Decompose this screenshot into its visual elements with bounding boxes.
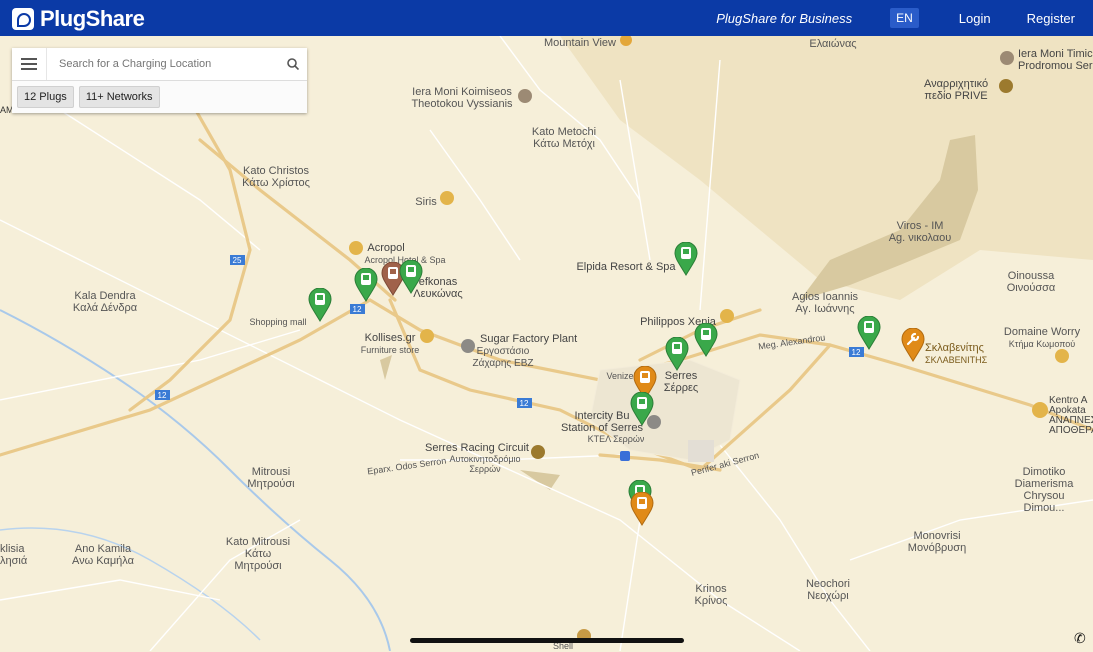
map-label-kato-christos: Kato Christos Κάτω Χρίστος (242, 165, 310, 189)
map-label-iera-moni-timiou: Iera Moni Timic Prodromou Ser (1018, 48, 1093, 72)
plug-logo-icon (12, 8, 34, 30)
map-label-neochori: Neochori Νεοχώρι (805, 578, 851, 602)
plugs-filter-chip[interactable]: 12 Plugs (17, 86, 74, 108)
map-label-ktel: ΚΤΕΛ Σερρών (587, 434, 645, 444)
map-label-domaine: Domaine Worry (1003, 326, 1081, 338)
map-label-anarrichitiko: Αναρριχητικό πεδίο PRIVE (923, 78, 989, 102)
charging-station-pin[interactable] (665, 337, 689, 371)
map-label-kato-metochi: Kato Metochi Κάτω Μετόχι (531, 126, 597, 150)
header-nav: PlugShare for Business EN Login Register (698, 0, 1093, 36)
map-label-racing: Serres Racing Circuit (425, 442, 529, 454)
map-label-kentro: Kentro A Apokata ΑΝΑΠΝΕΣ ΑΠΟΘΕΡΑ (1049, 395, 1093, 436)
map-label-oinoussa: Oinoussa Οινούσσα (1006, 270, 1056, 294)
map-label-mitrousi: Mitrousi Μητρούσι (247, 466, 295, 490)
map-label-kollises: Kollises.gr (364, 332, 416, 344)
map-label-elpida: Elpida Resort & Spa (576, 261, 676, 273)
svg-text:12: 12 (158, 391, 167, 400)
map-label-shopping-mall: Shopping mall (249, 317, 307, 327)
phone-icon: ✆ (1074, 630, 1086, 646)
language-button[interactable]: EN (890, 8, 919, 28)
map-label-sugar-factory: Sugar Factory Plant (480, 333, 578, 345)
hamburger-menu-icon (21, 58, 37, 70)
map-label-iera-moni-vyssianis: Iera Moni Koimiseos Theotokou Vyssianis (411, 86, 513, 110)
svg-text:12: 12 (353, 305, 362, 314)
map-label-venizelou: Venizel (606, 371, 636, 381)
map-label-krinos: Krinos Κρίνος (694, 583, 728, 607)
search-row (12, 48, 307, 81)
home-indicator-bar (410, 638, 684, 643)
charging-station-pin[interactable] (308, 288, 332, 322)
charging-station-pin[interactable] (399, 260, 423, 294)
map-label-monovrisi: Monovrisi Μονόβρυση (907, 530, 967, 554)
map-label-ano-kamila: Ano Kamila Ανω Καμήλα (72, 543, 134, 567)
map-label-siris: Siris (415, 196, 437, 208)
top-navigation-bar: PlugShare PlugShare for Business EN Logi… (0, 0, 1093, 36)
map-label-sklavenitis-sub: ΣΚΛΑΒΕΝΙΤΗΣ (925, 355, 988, 365)
map-label-elaionas: Ελαιώνας (809, 38, 857, 50)
svg-text:12: 12 (520, 399, 529, 408)
charging-station-pin[interactable] (694, 323, 718, 357)
search-panel: 12 Plugs 11+ Networks (12, 48, 307, 113)
charging-station-pin[interactable] (857, 316, 881, 350)
map-label-kala-dendra: Kala Dendra Καλά Δένδρα (72, 290, 138, 314)
map-label-klisia: klisia λησιά (0, 543, 28, 567)
networks-filter-chip[interactable]: 11+ Networks (78, 86, 160, 108)
map-label-sugar-factory-gr: Εργοστάσιο Ζάχαρης ΕΒΖ (472, 346, 534, 369)
map-label-dimotiko: Dimotiko Diamerisma Chrysou Dimou... (1014, 466, 1074, 514)
filter-row: 12 Plugs 11+ Networks (12, 81, 307, 113)
map-label-viros: Viros - IM Ag. νικολαου (888, 220, 952, 244)
login-link[interactable]: Login (941, 11, 1009, 26)
map-label-acropol: Acropol (367, 242, 405, 254)
charging-station-pin[interactable] (674, 242, 698, 276)
map-label-racing-gr: Αυτοκινητοδρόμιο Σερρών (449, 454, 521, 474)
map-label-kato-mitrousi: Kato Mitrousi Κάτω Μητρούσι (225, 536, 291, 572)
plugshare-logo[interactable]: PlugShare (12, 6, 145, 32)
map-label-mountain-view: Mountain View (544, 37, 616, 49)
map-label-serres: Serres Σέρρες (663, 370, 699, 394)
menu-button[interactable] (12, 48, 47, 80)
svg-text:25: 25 (233, 256, 242, 265)
register-link[interactable]: Register (1009, 11, 1093, 26)
search-icon[interactable] (279, 58, 307, 70)
charging-station-pin-busy[interactable] (630, 492, 654, 526)
business-link[interactable]: PlugShare for Business (698, 11, 870, 26)
logo-text: PlugShare (40, 6, 145, 31)
map-label-domaine-gr: Κτήμα Κωμοπού (1008, 339, 1076, 349)
map-label-agios-ioannis: Agios Ioannis Αγ. Ιωάννης (791, 291, 859, 315)
charging-station-pin[interactable] (354, 268, 378, 302)
search-input[interactable] (47, 57, 279, 71)
charging-station-pin[interactable] (630, 392, 654, 426)
map-label-furniture: Furniture store (360, 345, 420, 355)
map-label-sklavenitis: Σκλαβενίτης (925, 342, 984, 354)
wrench-service-pin[interactable] (901, 328, 925, 362)
